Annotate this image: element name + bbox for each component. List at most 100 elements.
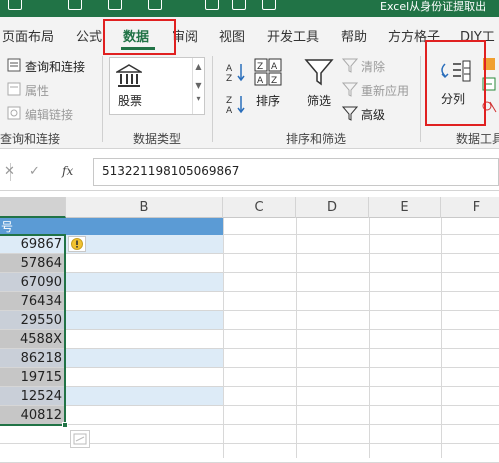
error-warning-icon[interactable]: [68, 236, 86, 252]
cancel-icon[interactable]: ✕: [4, 164, 15, 179]
text-to-columns-icon: [441, 60, 471, 82]
filter-icon: [304, 59, 334, 86]
cell-b[interactable]: [66, 387, 223, 406]
gallery-scroll[interactable]: ▲ ▼ ▾: [192, 58, 204, 114]
tab-help[interactable]: 帮助: [341, 26, 367, 45]
grid-line: [223, 253, 499, 254]
grid-line: [441, 218, 442, 458]
grid-line: [296, 218, 297, 458]
cell-b[interactable]: [66, 235, 223, 254]
table-header-row: [0, 218, 223, 235]
table-icon[interactable]: [108, 0, 122, 10]
grid-line: [223, 348, 499, 349]
group-separator: [420, 56, 421, 142]
tab-fangfang[interactable]: 方方格子: [388, 26, 440, 45]
group-label-data-tools: 数据工具: [456, 132, 499, 146]
cell-b[interactable]: [66, 254, 223, 273]
text-to-columns-button[interactable]: 分列: [441, 90, 465, 107]
svg-text:A: A: [226, 106, 233, 114]
cell-b[interactable]: [66, 311, 223, 330]
grid-line: [223, 329, 499, 330]
sort-button[interactable]: 排序: [256, 92, 280, 109]
group-label-query: 查询和连接: [0, 132, 61, 146]
sort-icon: Z A A Z: [254, 58, 282, 86]
cell-b[interactable]: [66, 330, 223, 349]
sort-descending-icon[interactable]: Z A: [226, 94, 248, 114]
grid-line: [223, 424, 499, 425]
save-icon[interactable]: [8, 0, 22, 10]
sort-ascending-icon[interactable]: A Z: [226, 62, 248, 82]
selection-border: [0, 234, 66, 426]
svg-text:Z: Z: [257, 62, 263, 72]
tab-formulas[interactable]: 公式: [76, 26, 102, 45]
table-header-id-column: 号: [1, 220, 14, 234]
grid-line: [223, 405, 499, 406]
column-header-f[interactable]: F: [441, 197, 499, 218]
window-title: Excel从身份证提取出: [380, 0, 487, 13]
grid-line: [223, 367, 499, 368]
column-header-a[interactable]: [0, 197, 66, 218]
stocks-button[interactable]: 股票: [118, 92, 142, 109]
print-icon[interactable]: [205, 0, 219, 10]
group-separator: [102, 56, 103, 142]
insert-function-button[interactable]: fx: [62, 164, 73, 178]
filter-button[interactable]: 筛选: [307, 92, 331, 109]
column-header-c[interactable]: C: [223, 197, 296, 218]
tab-developer[interactable]: 开发工具: [267, 26, 319, 45]
group-label-data-types: 数据类型: [133, 132, 182, 146]
properties-button[interactable]: 属性: [25, 82, 49, 99]
grid-line: [223, 291, 499, 292]
svg-text:A: A: [257, 76, 264, 86]
tab-diy[interactable]: DIY工: [460, 26, 495, 45]
tab-view[interactable]: 视图: [219, 26, 245, 45]
group-separator: [212, 56, 213, 142]
query-connections-icon: [7, 58, 21, 72]
fill-handle[interactable]: [62, 422, 68, 428]
stocks-icon: [116, 64, 142, 87]
svg-text:Z: Z: [271, 76, 277, 86]
grid-line: [369, 218, 370, 458]
title-bar: Excel从身份证提取出: [0, 0, 499, 17]
undo-icon[interactable]: [68, 0, 82, 10]
reapply-button[interactable]: 重新应用: [361, 82, 409, 99]
customize-icon[interactable]: [262, 0, 276, 10]
advanced-button[interactable]: 高级: [361, 106, 385, 123]
quick-analysis-icon[interactable]: [70, 430, 90, 448]
tab-data[interactable]: 数据: [123, 26, 149, 45]
query-connections-button[interactable]: 查询和连接: [25, 58, 85, 75]
cell-b[interactable]: [66, 292, 223, 311]
reapply-icon: [342, 82, 358, 97]
grid-line: [223, 218, 224, 458]
svg-text:Z: Z: [226, 74, 232, 82]
cell-b[interactable]: [66, 368, 223, 387]
properties-icon: [7, 82, 21, 96]
clear-button[interactable]: 清除: [361, 58, 385, 75]
edit-links-button[interactable]: 编辑链接: [25, 106, 73, 123]
column-header-d[interactable]: D: [296, 197, 369, 218]
formula-value: 513221198105069867: [102, 164, 240, 178]
chart-icon[interactable]: [232, 0, 246, 10]
column-header-e[interactable]: E: [369, 197, 441, 218]
edit-links-icon: [7, 106, 21, 120]
grid-line: [0, 443, 223, 444]
tab-page-layout[interactable]: 页面布局: [2, 26, 54, 45]
svg-text:A: A: [271, 62, 278, 72]
svg-text:Z: Z: [226, 96, 232, 106]
group-label-sort-filter: 排序和筛选: [286, 132, 347, 146]
tab-review[interactable]: 审阅: [172, 26, 198, 45]
clear-filter-icon: [342, 58, 358, 73]
enter-icon[interactable]: ✓: [29, 164, 40, 179]
advanced-filter-icon: [342, 106, 358, 121]
grid-line: [223, 386, 499, 387]
grid-line: [223, 234, 499, 235]
cell-b[interactable]: [66, 273, 223, 292]
cell-b[interactable]: [66, 349, 223, 368]
column-header-b[interactable]: B: [66, 197, 223, 218]
cell-b[interactable]: [66, 406, 223, 425]
data-tools-mini-icons[interactable]: [480, 58, 499, 118]
grid-line: [223, 443, 499, 444]
svg-text:A: A: [226, 64, 233, 74]
grid-line: [223, 310, 499, 311]
grid-line: [223, 272, 499, 273]
border-icon[interactable]: [148, 0, 162, 10]
